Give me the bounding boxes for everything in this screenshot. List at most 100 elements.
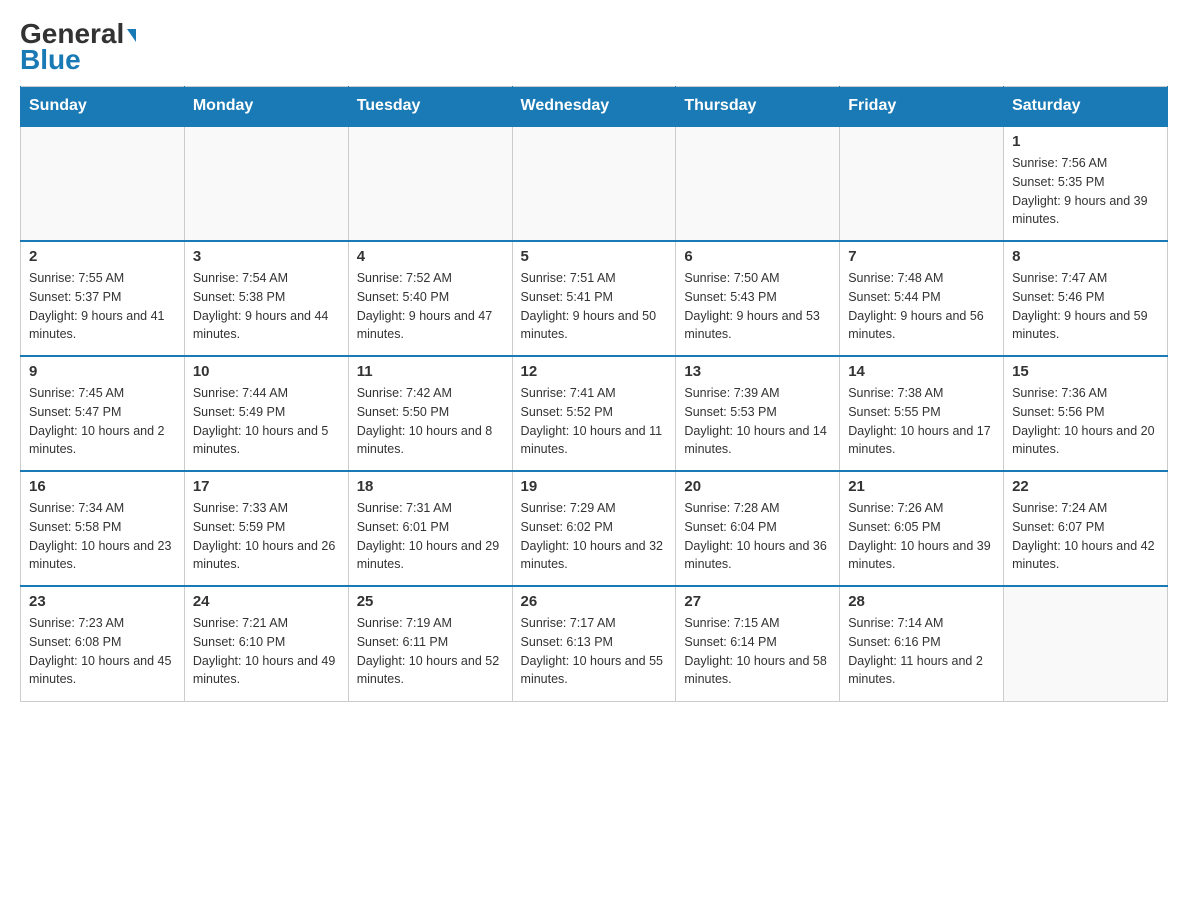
day-info: Sunrise: 7:14 AMSunset: 6:16 PMDaylight:… — [848, 614, 995, 689]
day-number: 10 — [193, 363, 340, 380]
weekday-header-monday: Monday — [184, 87, 348, 127]
day-info: Sunrise: 7:21 AMSunset: 6:10 PMDaylight:… — [193, 614, 340, 689]
day-number: 9 — [29, 363, 176, 380]
day-number: 1 — [1012, 133, 1159, 150]
weekday-header-wednesday: Wednesday — [512, 87, 676, 127]
day-info: Sunrise: 7:33 AMSunset: 5:59 PMDaylight:… — [193, 499, 340, 574]
calendar-cell: 22 Sunrise: 7:24 AMSunset: 6:07 PMDayligh… — [1004, 471, 1168, 586]
calendar-cell: 21 Sunrise: 7:26 AMSunset: 6:05 PMDayligh… — [840, 471, 1004, 586]
calendar-cell: 13 Sunrise: 7:39 AMSunset: 5:53 PMDayligh… — [676, 356, 840, 471]
day-number: 17 — [193, 478, 340, 495]
weekday-header-friday: Friday — [840, 87, 1004, 127]
day-number: 3 — [193, 248, 340, 265]
weekday-header-thursday: Thursday — [676, 87, 840, 127]
weekday-header-tuesday: Tuesday — [348, 87, 512, 127]
calendar-cell — [676, 126, 840, 241]
day-number: 27 — [684, 593, 831, 610]
calendar-week-1: 1 Sunrise: 7:56 AMSunset: 5:35 PMDaylight… — [21, 126, 1168, 241]
weekday-header-saturday: Saturday — [1004, 87, 1168, 127]
day-info: Sunrise: 7:29 AMSunset: 6:02 PMDaylight:… — [521, 499, 668, 574]
calendar-cell: 5 Sunrise: 7:51 AMSunset: 5:41 PMDaylight… — [512, 241, 676, 356]
calendar-cell — [184, 126, 348, 241]
calendar-cell: 20Sunrise: 7:28 AMSunset: 6:04 PMDayligh… — [676, 471, 840, 586]
calendar-table: SundayMondayTuesdayWednesdayThursdayFrid… — [20, 86, 1168, 702]
day-info: Sunrise: 7:19 AMSunset: 6:11 PMDaylight:… — [357, 614, 504, 689]
calendar-cell — [512, 126, 676, 241]
calendar-cell — [21, 126, 185, 241]
day-number: 8 — [1012, 248, 1159, 265]
day-info: Sunrise: 7:52 AMSunset: 5:40 PMDaylight:… — [357, 269, 504, 344]
day-info: Sunrise: 7:42 AMSunset: 5:50 PMDaylight:… — [357, 384, 504, 459]
calendar-cell: 11Sunrise: 7:42 AMSunset: 5:50 PMDayligh… — [348, 356, 512, 471]
logo: General Blue — [20, 20, 136, 76]
calendar-week-5: 23 Sunrise: 7:23 AMSunset: 6:08 PMDayligh… — [21, 586, 1168, 701]
day-info: Sunrise: 7:23 AMSunset: 6:08 PMDaylight:… — [29, 614, 176, 689]
day-number: 6 — [684, 248, 831, 265]
calendar-cell: 10 Sunrise: 7:44 AMSunset: 5:49 PMDayligh… — [184, 356, 348, 471]
day-info: Sunrise: 7:17 AMSunset: 6:13 PMDaylight:… — [521, 614, 668, 689]
calendar-cell: 15Sunrise: 7:36 AMSunset: 5:56 PMDayligh… — [1004, 356, 1168, 471]
weekday-header-sunday: Sunday — [21, 87, 185, 127]
calendar-cell: 24 Sunrise: 7:21 AMSunset: 6:10 PMDayligh… — [184, 586, 348, 701]
calendar-cell: 27 Sunrise: 7:15 AMSunset: 6:14 PMDayligh… — [676, 586, 840, 701]
calendar-cell: 17 Sunrise: 7:33 AMSunset: 5:59 PMDayligh… — [184, 471, 348, 586]
calendar-cell: 8Sunrise: 7:47 AMSunset: 5:46 PMDaylight… — [1004, 241, 1168, 356]
day-info: Sunrise: 7:15 AMSunset: 6:14 PMDaylight:… — [684, 614, 831, 689]
calendar-cell: 18Sunrise: 7:31 AMSunset: 6:01 PMDayligh… — [348, 471, 512, 586]
day-number: 5 — [521, 248, 668, 265]
day-number: 21 — [848, 478, 995, 495]
day-info: Sunrise: 7:39 AMSunset: 5:53 PMDaylight:… — [684, 384, 831, 459]
calendar-cell: 3 Sunrise: 7:54 AMSunset: 5:38 PMDaylight… — [184, 241, 348, 356]
day-info: Sunrise: 7:55 AMSunset: 5:37 PMDaylight:… — [29, 269, 176, 344]
day-number: 19 — [521, 478, 668, 495]
day-number: 26 — [521, 593, 668, 610]
day-number: 28 — [848, 593, 995, 610]
day-info: Sunrise: 7:26 AMSunset: 6:05 PMDaylight:… — [848, 499, 995, 574]
day-info: Sunrise: 7:28 AMSunset: 6:04 PMDaylight:… — [684, 499, 831, 574]
calendar-cell — [348, 126, 512, 241]
day-number: 7 — [848, 248, 995, 265]
calendar-week-4: 16 Sunrise: 7:34 AMSunset: 5:58 PMDayligh… — [21, 471, 1168, 586]
calendar-week-3: 9 Sunrise: 7:45 AMSunset: 5:47 PMDaylight… — [21, 356, 1168, 471]
calendar-header-row: SundayMondayTuesdayWednesdayThursdayFrid… — [21, 87, 1168, 127]
calendar-cell: 19 Sunrise: 7:29 AMSunset: 6:02 PMDayligh… — [512, 471, 676, 586]
day-info: Sunrise: 7:48 AMSunset: 5:44 PMDaylight:… — [848, 269, 995, 344]
day-number: 2 — [29, 248, 176, 265]
day-info: Sunrise: 7:54 AMSunset: 5:38 PMDaylight:… — [193, 269, 340, 344]
day-number: 13 — [684, 363, 831, 380]
calendar-cell: 28 Sunrise: 7:14 AMSunset: 6:16 PMDayligh… — [840, 586, 1004, 701]
day-info: Sunrise: 7:44 AMSunset: 5:49 PMDaylight:… — [193, 384, 340, 459]
day-info: Sunrise: 7:34 AMSunset: 5:58 PMDaylight:… — [29, 499, 176, 574]
day-info: Sunrise: 7:51 AMSunset: 5:41 PMDaylight:… — [521, 269, 668, 344]
day-info: Sunrise: 7:31 AMSunset: 6:01 PMDaylight:… — [357, 499, 504, 574]
logo-blue: Blue — [20, 44, 81, 76]
calendar-cell — [840, 126, 1004, 241]
day-info: Sunrise: 7:56 AMSunset: 5:35 PMDaylight:… — [1012, 154, 1159, 229]
day-number: 15 — [1012, 363, 1159, 380]
calendar-cell: 16 Sunrise: 7:34 AMSunset: 5:58 PMDayligh… — [21, 471, 185, 586]
day-info: Sunrise: 7:50 AMSunset: 5:43 PMDaylight:… — [684, 269, 831, 344]
calendar-cell: 2 Sunrise: 7:55 AMSunset: 5:37 PMDaylight… — [21, 241, 185, 356]
day-number: 24 — [193, 593, 340, 610]
calendar-cell: 23 Sunrise: 7:23 AMSunset: 6:08 PMDayligh… — [21, 586, 185, 701]
day-info: Sunrise: 7:38 AMSunset: 5:55 PMDaylight:… — [848, 384, 995, 459]
calendar-cell: 9 Sunrise: 7:45 AMSunset: 5:47 PMDaylight… — [21, 356, 185, 471]
day-number: 12 — [521, 363, 668, 380]
calendar-cell: 1 Sunrise: 7:56 AMSunset: 5:35 PMDaylight… — [1004, 126, 1168, 241]
day-number: 23 — [29, 593, 176, 610]
calendar-cell: 26 Sunrise: 7:17 AMSunset: 6:13 PMDayligh… — [512, 586, 676, 701]
calendar-cell — [1004, 586, 1168, 701]
day-number: 25 — [357, 593, 504, 610]
calendar-cell: 14 Sunrise: 7:38 AMSunset: 5:55 PMDayligh… — [840, 356, 1004, 471]
day-number: 16 — [29, 478, 176, 495]
calendar-cell: 25 Sunrise: 7:19 AMSunset: 6:11 PMDayligh… — [348, 586, 512, 701]
calendar-cell: 4Sunrise: 7:52 AMSunset: 5:40 PMDaylight… — [348, 241, 512, 356]
calendar-week-2: 2 Sunrise: 7:55 AMSunset: 5:37 PMDaylight… — [21, 241, 1168, 356]
day-number: 14 — [848, 363, 995, 380]
page-header: General Blue — [20, 20, 1168, 76]
calendar-cell: 6 Sunrise: 7:50 AMSunset: 5:43 PMDaylight… — [676, 241, 840, 356]
day-number: 22 — [1012, 478, 1159, 495]
day-info: Sunrise: 7:24 AMSunset: 6:07 PMDaylight:… — [1012, 499, 1159, 574]
calendar-cell: 12Sunrise: 7:41 AMSunset: 5:52 PMDayligh… — [512, 356, 676, 471]
day-info: Sunrise: 7:45 AMSunset: 5:47 PMDaylight:… — [29, 384, 176, 459]
